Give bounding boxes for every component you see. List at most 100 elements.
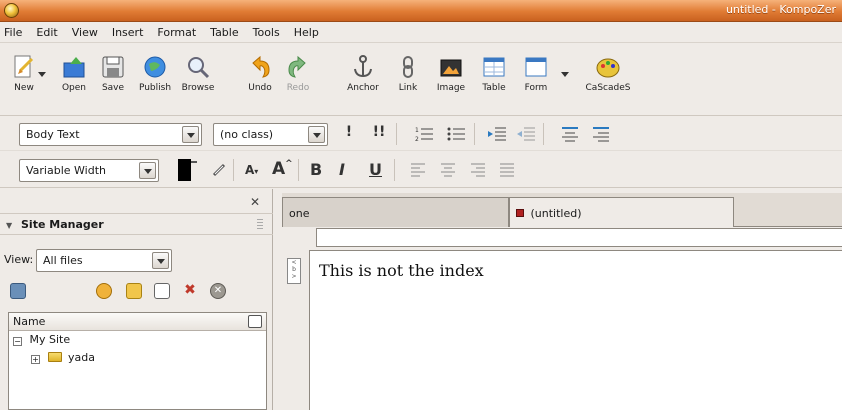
anchor-button[interactable]: Anchor [341,50,385,110]
redo-icon [288,55,306,78]
rename-icon[interactable] [154,283,170,299]
tree-column-header[interactable]: Name [9,313,266,331]
collapse-icon[interactable]: − [13,337,22,346]
align-left-icon[interactable] [411,163,425,177]
tab-untitled[interactable]: (untitled) [509,197,734,227]
editor-canvas[interactable]: This is not the index [310,250,842,410]
app-icon[interactable] [4,3,19,18]
grip-icon[interactable] [257,219,263,229]
separator [474,123,475,145]
menu-file[interactable]: File [4,26,22,39]
publish-button[interactable]: Publish [133,50,177,110]
redo-button[interactable]: Redo [276,50,320,110]
chevron-down-icon [308,126,325,143]
site-tree[interactable]: Name − My Site + yada [8,312,267,410]
document-text[interactable]: This is not the index [319,261,484,280]
table-button[interactable]: Table [472,50,516,110]
expand-icon[interactable]: + [31,355,40,364]
link-button[interactable]: Link [386,50,430,110]
anchor-icon [354,55,372,78]
view-label: View: [4,253,34,266]
separator [233,159,234,181]
align-center-text-icon[interactable] [441,163,455,177]
chevron-down-icon [152,252,169,269]
structure-bar [282,228,842,250]
separator [394,159,395,181]
menu-view[interactable]: View [72,26,98,39]
new-folder-icon[interactable] [126,283,142,299]
justify-icon[interactable] [500,163,514,177]
cascades-button[interactable]: CaScadeS [578,50,638,110]
bold-button[interactable]: B [310,160,322,179]
outdent-icon[interactable] [517,126,535,142]
link-icon [403,56,413,78]
svg-text:2: 2 [415,136,419,142]
text-color-swatch[interactable] [178,159,191,181]
class-select[interactable]: (no class) [213,123,328,146]
menu-bar: File Edit View Insert Format Table Tools… [0,22,842,43]
tree-row[interactable]: − My Site [9,331,266,349]
magnifier-icon [188,57,210,79]
image-icon [440,59,462,77]
menu-tools[interactable]: Tools [253,26,280,39]
italic-button[interactable]: I [339,160,345,179]
collapse-triangle-icon: ▼ [6,221,13,230]
new-button[interactable]: New [2,50,46,110]
body-tag-icon[interactable]: < b > [287,258,301,284]
css-palette-icon [596,58,620,78]
document-tabs: one (untitled) [282,193,842,227]
font-select[interactable]: Variable Width [19,159,159,182]
menu-insert[interactable]: Insert [112,26,144,39]
align-right-icon[interactable] [593,126,609,142]
align-center-icon[interactable] [562,126,578,142]
open-file-icon[interactable] [96,283,112,299]
chevron-down-icon [139,162,156,179]
title-bar: untitled - KompoZer [0,0,842,22]
emphasis-button[interactable]: ! [343,124,355,140]
form-icon [525,57,547,77]
separator [543,123,544,145]
underline-button[interactable]: U [369,160,382,179]
browse-button[interactable]: Browse [176,50,220,110]
up-arrow-icon: ^ [285,159,293,169]
undo-icon [252,55,270,78]
delete-icon[interactable]: ✖ [182,283,198,299]
smaller-font-button[interactable]: A▾ [245,163,258,177]
highlight-pen-icon[interactable] [212,163,226,177]
composition-toolbar: New Open Save Publish Browse Undo Redo A… [0,44,842,116]
menu-help[interactable]: Help [294,26,319,39]
form-button[interactable]: Form [514,50,558,110]
tag-path-field[interactable] [316,228,842,247]
menu-edit[interactable]: Edit [36,26,57,39]
modified-document-icon [516,209,524,217]
site-actions: ✖ ✕ [10,283,266,301]
site-manager-header[interactable]: ▼ Site Manager [0,213,273,235]
separator [298,159,299,181]
menu-format[interactable]: Format [157,26,196,39]
save-button[interactable]: Save [91,50,135,110]
tree-row[interactable]: + yada [9,349,266,367]
paragraph-format-select[interactable]: Body Text [19,123,202,146]
align-right-text-icon[interactable] [471,163,485,177]
larger-font-button[interactable]: A^ [272,159,293,179]
form-dropdown-icon[interactable] [561,72,569,77]
save-icon [102,56,124,78]
stop-icon[interactable]: ✕ [210,283,226,299]
view-filter-select[interactable]: All files [36,249,172,272]
column-picker-icon[interactable] [248,315,262,328]
tab-one[interactable]: one [282,197,509,227]
format-toolbar-2: Variable Width A▾ A^ B I U [0,152,842,188]
image-button[interactable]: Image [429,50,473,110]
background-color-swatch[interactable] [191,161,197,163]
open-button[interactable]: Open [52,50,96,110]
new-dropdown-icon[interactable] [38,72,46,77]
indent-icon[interactable] [488,126,506,142]
bullet-list-icon[interactable] [447,126,465,142]
numbered-list-icon[interactable]: 1 2 [415,126,433,142]
strong-button[interactable]: !! [371,124,387,140]
svg-text:1: 1 [415,127,419,134]
site-settings-icon[interactable] [10,283,26,299]
window-title: untitled - KompoZer [725,3,836,16]
menu-table[interactable]: Table [210,26,238,39]
close-icon[interactable]: ✕ [250,195,260,209]
